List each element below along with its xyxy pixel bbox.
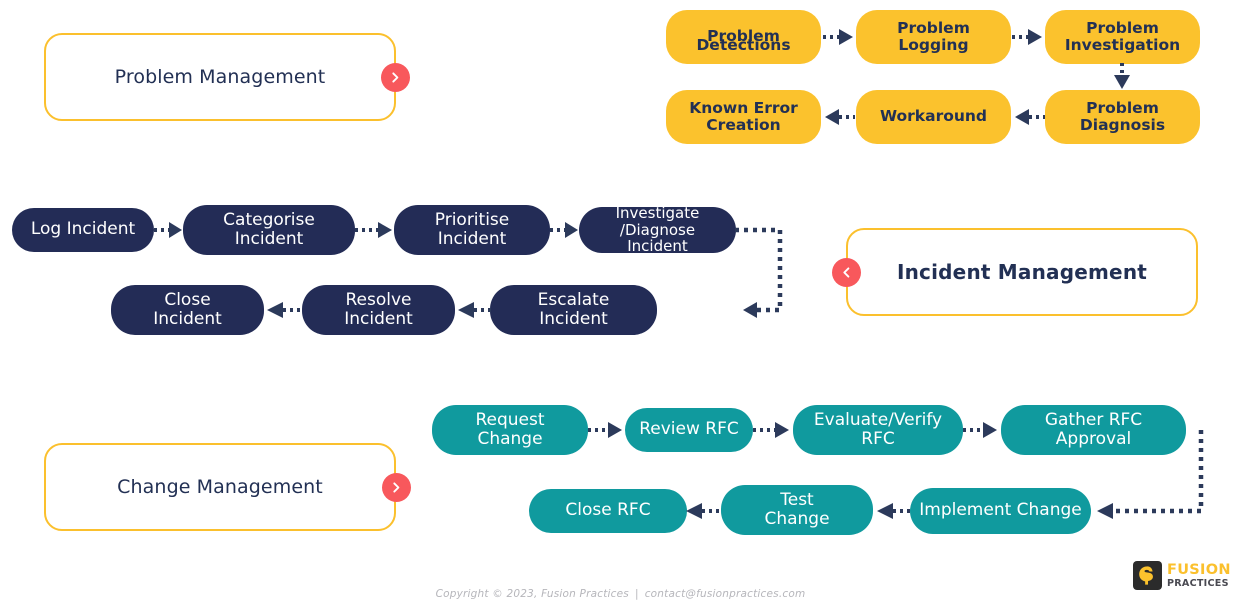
pill-problem-logging-line1: Problem xyxy=(897,18,970,37)
pill-implement-change[interactable]: Implement Change xyxy=(910,488,1091,534)
fusion-f-mark-icon xyxy=(1133,561,1162,590)
pill-escalate-incident-line2: Incident xyxy=(539,309,608,329)
logo-primary-text: FUSION xyxy=(1167,561,1231,578)
pill-prioritise-incident-line1: Prioritise xyxy=(434,209,510,230)
pill-evaluate-verify-rfc[interactable]: Evaluate/Verify RFC xyxy=(793,405,963,455)
pill-close-rfc[interactable]: Close RFC xyxy=(529,489,687,533)
pill-implement-change-line1: Implement Change xyxy=(919,500,1082,521)
pill-gather-rfc-approval-line1: Gather RFC xyxy=(1044,409,1143,430)
connector-request-to-review xyxy=(588,420,626,440)
connector-workaround-to-known-error xyxy=(821,107,857,127)
problem-management-card[interactable]: Problem Management xyxy=(44,33,396,121)
connector-investigate-to-escalate xyxy=(733,222,803,318)
connector-resolve-to-close xyxy=(261,300,305,320)
pill-problem-diagnosis[interactable]: Problem Diagnosis xyxy=(1045,90,1200,144)
connector-problem-logging-to-investigation xyxy=(1012,27,1046,47)
pill-request-change[interactable]: Request Change xyxy=(432,405,588,455)
pill-known-error-creation-line1: Known Error xyxy=(689,98,798,117)
pill-log-incident[interactable]: Log Incident xyxy=(12,208,154,252)
connector-prioritise-to-investigate xyxy=(550,220,581,240)
connector-problem-diagnosis-to-workaround xyxy=(1011,107,1047,127)
footer-copyright: Copyright © 2023, Fusion Practices xyxy=(435,588,629,600)
connector-problem-detections-to-logging xyxy=(823,27,857,47)
pill-problem-logging-line2: Logging xyxy=(898,36,969,54)
pill-close-incident-line1: Close xyxy=(164,289,211,310)
pill-resolve-incident-line2: Incident xyxy=(344,309,413,329)
pill-known-error-creation[interactable]: Known Error Creation xyxy=(666,90,821,144)
pill-prioritise-incident[interactable]: Prioritise Incident xyxy=(394,205,550,255)
pill-categorise-incident-line1: Categorise xyxy=(223,209,315,230)
pill-gather-rfc-approval[interactable]: Gather RFC Approval xyxy=(1001,405,1186,455)
connector-review-to-evaluate xyxy=(753,420,794,440)
connector-implement-to-test xyxy=(871,501,913,521)
pill-close-incident[interactable]: Close Incident xyxy=(111,285,264,335)
pill-investigate-diagnose-incident-line1: Investigate xyxy=(615,203,700,222)
pill-categorise-incident[interactable]: Categorise Incident xyxy=(183,205,355,255)
problem-management-label: Problem Management xyxy=(114,66,326,88)
logo-secondary-text: PRACTICES xyxy=(1167,577,1229,589)
pill-test-change-line2: Change xyxy=(764,509,830,529)
pill-escalate-incident-line1: Escalate xyxy=(537,289,610,310)
incident-management-card[interactable]: Incident Management xyxy=(846,228,1198,316)
logo-wordmark: FUSION PRACTICES xyxy=(1167,563,1231,589)
pill-investigate-diagnose-incident[interactable]: Investigate /Diagnose Incident xyxy=(579,203,736,256)
pill-problem-investigation-line2: Investigation xyxy=(1064,36,1181,54)
pill-workaround-line1: Workaround xyxy=(879,107,988,126)
pill-close-incident-line2: Incident xyxy=(153,309,222,329)
pill-evaluate-verify-rfc-line2: RFC xyxy=(861,429,895,449)
footer: Copyright © 2023, Fusion Practices | conta… xyxy=(0,588,1241,600)
pill-categorise-incident-line2: Incident xyxy=(234,229,304,249)
footer-email: contact@fusionpractices.com xyxy=(644,588,806,600)
pill-log-incident-line1: Log Incident xyxy=(30,219,136,240)
pill-test-change-line1: Test xyxy=(780,489,814,510)
pill-problem-diagnosis-line1: Problem xyxy=(1086,98,1159,117)
pill-problem-detections-line2: Detections xyxy=(696,36,791,54)
connector-problem-investigation-to-diagnosis xyxy=(1111,63,1135,91)
pill-gather-rfc-approval-line2: Approval xyxy=(1055,429,1132,449)
pill-workaround[interactable]: Workaround xyxy=(856,90,1011,144)
problem-management-chevron-right-icon[interactable] xyxy=(381,63,410,92)
pill-problem-diagnosis-line2: Diagnosis xyxy=(1079,116,1166,134)
pill-problem-detections-line2-wrap: Problem Detections xyxy=(666,10,821,64)
diagram-canvas: Problem Management Problem Problem Detec… xyxy=(0,0,1241,606)
fusion-practices-logo: FUSION PRACTICES xyxy=(1133,561,1231,590)
pill-review-rfc[interactable]: Review RFC xyxy=(625,408,753,452)
change-management-card[interactable]: Change Management xyxy=(44,443,396,531)
pill-request-change-line2: Change xyxy=(477,429,543,449)
pill-evaluate-verify-rfc-line1: Evaluate/Verify xyxy=(813,409,943,430)
pill-test-change[interactable]: Test Change xyxy=(721,485,873,535)
change-management-label: Change Management xyxy=(117,476,323,498)
connector-evaluate-to-gather xyxy=(963,420,1002,440)
pill-problem-logging[interactable]: Problem Logging xyxy=(856,10,1011,64)
pill-problem-investigation[interactable]: Problem Investigation xyxy=(1045,10,1200,64)
connector-log-to-categorise xyxy=(154,220,185,240)
pill-known-error-creation-line2: Creation xyxy=(706,116,781,134)
pill-prioritise-incident-line2: Incident xyxy=(437,229,507,249)
pill-investigate-diagnose-incident-line2: /Diagnose Incident xyxy=(619,220,696,256)
pill-close-rfc-line1: Close RFC xyxy=(565,500,651,521)
pill-problem-investigation-line1: Problem xyxy=(1086,18,1159,37)
footer-separator: | xyxy=(634,588,639,600)
pill-resolve-incident[interactable]: Resolve Incident xyxy=(302,285,455,335)
connector-categorise-to-prioritise xyxy=(355,220,396,240)
change-management-chevron-right-icon[interactable] xyxy=(382,473,411,502)
incident-management-chevron-left-icon[interactable] xyxy=(832,258,861,287)
pill-escalate-incident[interactable]: Escalate Incident xyxy=(490,285,657,335)
pill-resolve-incident-line1: Resolve xyxy=(345,289,412,310)
incident-management-label: Incident Management xyxy=(896,260,1148,284)
connector-escalate-to-resolve xyxy=(452,300,494,320)
pill-review-rfc-line1: Review RFC xyxy=(639,419,739,440)
pill-request-change-line1: Request xyxy=(475,409,545,430)
